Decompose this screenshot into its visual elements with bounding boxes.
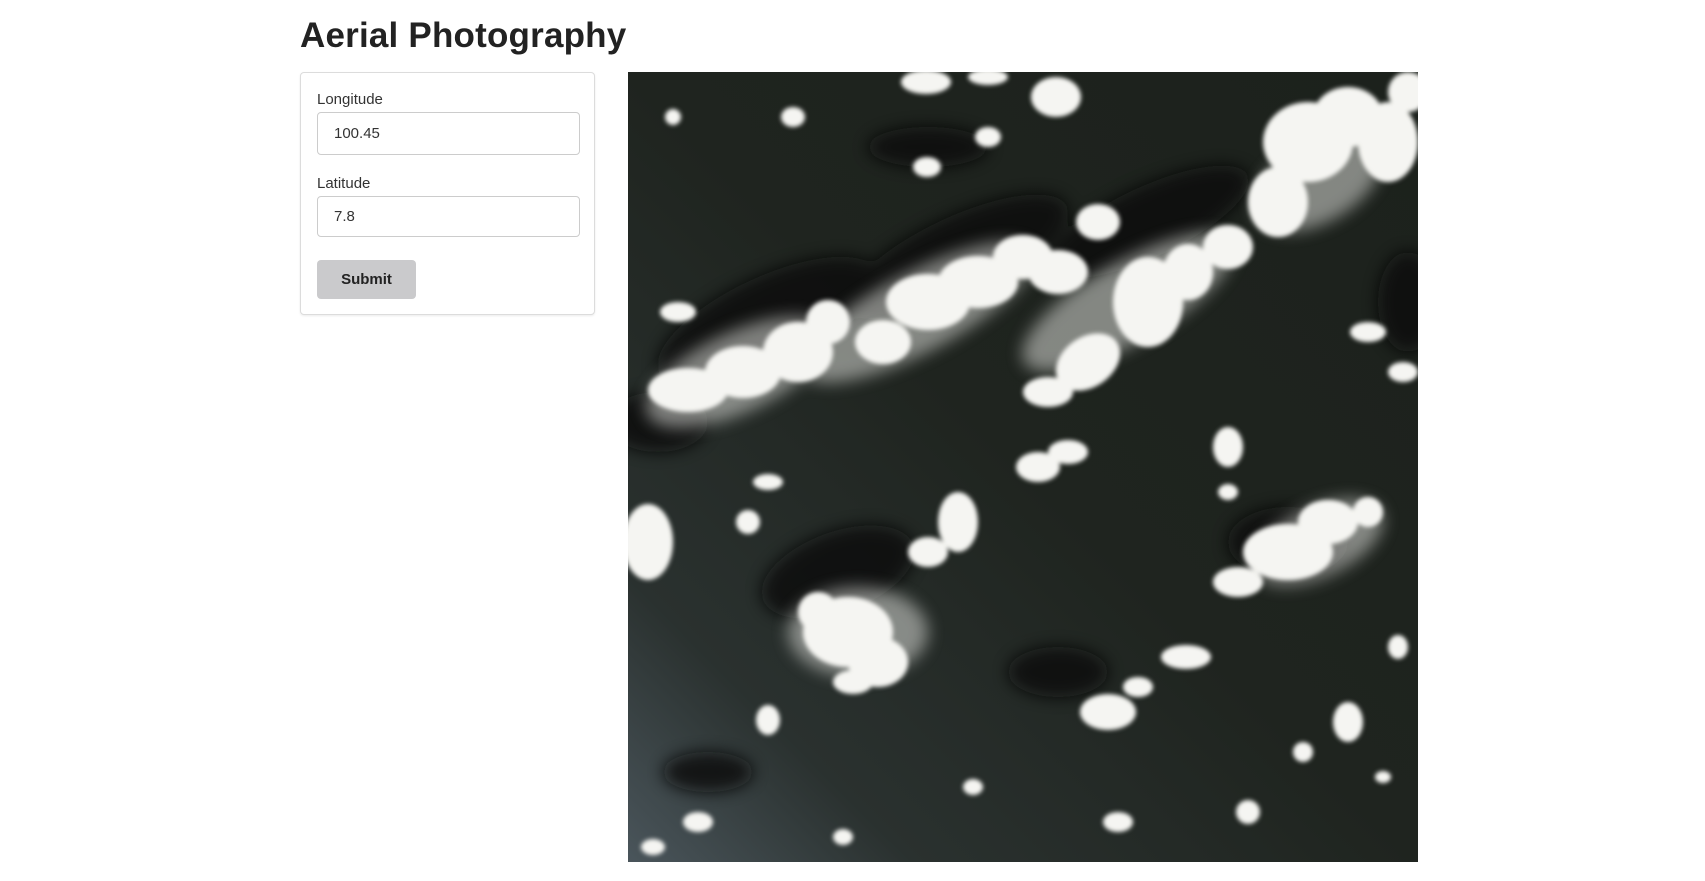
page: Aerial Photography Longitude Latitude Su…	[0, 0, 1705, 881]
aerial-photo	[628, 72, 1418, 862]
longitude-input[interactable]	[317, 112, 580, 155]
page-title: Aerial Photography	[300, 16, 627, 55]
submit-button[interactable]: Submit	[317, 260, 416, 299]
aerial-photo-image	[628, 72, 1418, 862]
latitude-input[interactable]	[317, 196, 580, 237]
longitude-label: Longitude	[317, 91, 383, 108]
latitude-label: Latitude	[317, 175, 371, 192]
coordinates-form: Longitude Latitude Submit	[300, 72, 595, 315]
